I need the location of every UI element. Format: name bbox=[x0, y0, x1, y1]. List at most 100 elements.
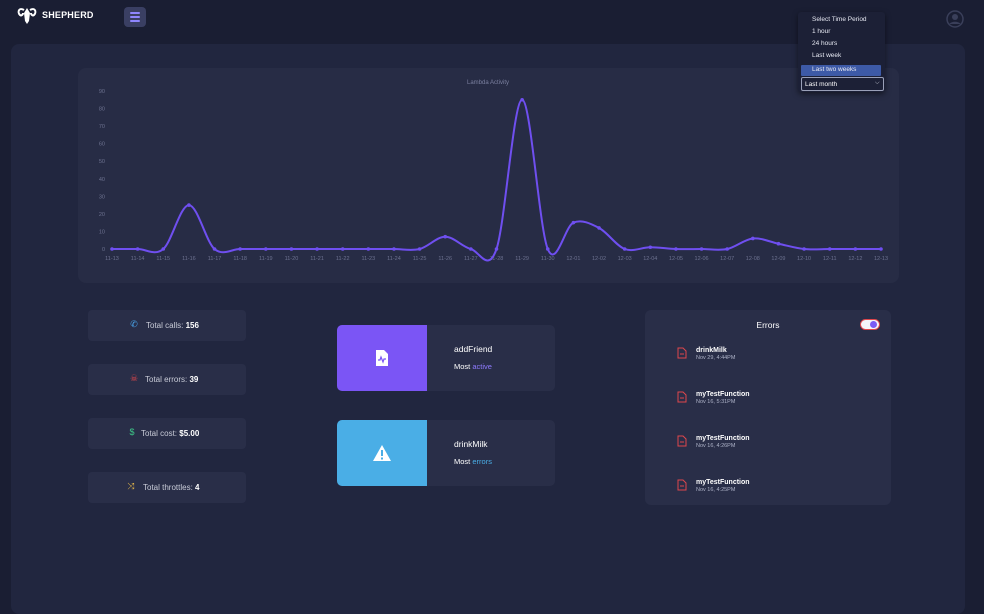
most-errors-card[interactable]: drinkMilk Most errors bbox=[337, 420, 555, 486]
y-tick-label: 70 bbox=[99, 124, 105, 130]
data-point[interactable] bbox=[751, 236, 755, 241]
most-active-function-name: addFriend bbox=[454, 344, 493, 354]
time-period-select[interactable]: Last month ⌵ bbox=[801, 77, 884, 91]
error-timestamp: Nov 29, 4:44PM bbox=[696, 355, 736, 361]
x-tick-label: 12-04 bbox=[643, 256, 657, 262]
user-avatar-icon[interactable] bbox=[946, 10, 964, 28]
total-errors-label: Total errors: bbox=[145, 375, 188, 384]
activity-file-icon bbox=[376, 350, 388, 366]
x-tick-label: 12-01 bbox=[566, 256, 580, 262]
data-point[interactable] bbox=[289, 247, 294, 251]
chart-title: Lambda Activity bbox=[467, 80, 509, 86]
error-function-name: myTestFunction bbox=[696, 479, 750, 486]
x-tick-label: 12-13 bbox=[874, 256, 888, 262]
data-point[interactable] bbox=[443, 234, 448, 239]
data-point[interactable] bbox=[392, 247, 396, 251]
x-tick-label: 11-26 bbox=[438, 256, 452, 262]
error-function-name: myTestFunction bbox=[696, 391, 750, 398]
data-point[interactable] bbox=[827, 247, 832, 251]
x-tick-label: 12-12 bbox=[848, 256, 862, 262]
data-point[interactable] bbox=[264, 247, 268, 251]
toggle-switch-icon[interactable] bbox=[860, 319, 880, 330]
x-tick-label: 11-30 bbox=[541, 256, 555, 262]
error-item[interactable]: myTestFunction Nov 16, 5:31PM bbox=[677, 391, 877, 415]
y-tick-label: 50 bbox=[99, 159, 105, 165]
x-tick-label: 11-21 bbox=[310, 256, 324, 262]
option-last-two-weeks[interactable]: Last two weeks bbox=[812, 66, 856, 73]
data-point[interactable] bbox=[494, 247, 499, 251]
error-timestamp: Nov 16, 4:25PM bbox=[696, 487, 736, 493]
errors-title: Errors bbox=[756, 320, 780, 330]
x-tick-label: 12-09 bbox=[771, 256, 785, 262]
data-point[interactable] bbox=[699, 247, 704, 251]
x-tick-label: 11-25 bbox=[413, 256, 427, 262]
error-item[interactable]: drinkMilk Nov 29, 4:44PM bbox=[677, 347, 877, 371]
error-function-name: myTestFunction bbox=[696, 435, 750, 442]
dropdown-heading: Select Time Period bbox=[812, 16, 867, 23]
phone-icon: ✆ bbox=[130, 319, 138, 329]
time-period-dropdown[interactable]: Select Time Period 1 hour 24 hours Last … bbox=[798, 12, 885, 92]
data-point[interactable] bbox=[520, 97, 524, 102]
data-point[interactable] bbox=[674, 247, 678, 251]
x-tick-label: 11-29 bbox=[515, 256, 529, 262]
data-point[interactable] bbox=[469, 247, 473, 251]
data-point[interactable] bbox=[622, 247, 627, 251]
x-tick-label: 11-15 bbox=[156, 256, 170, 262]
x-tick-label: 11-27 bbox=[464, 256, 478, 262]
x-tick-label: 12-10 bbox=[797, 256, 811, 262]
x-tick-label: 12-06 bbox=[695, 256, 709, 262]
errors-panel: Errors drinkMilk Nov 29, 4:44PM myTestFu… bbox=[645, 310, 891, 505]
data-point[interactable] bbox=[417, 247, 422, 251]
data-point[interactable] bbox=[597, 226, 601, 230]
most-active-card[interactable]: addFriend Most active bbox=[337, 325, 555, 391]
option-last-week[interactable]: Last week bbox=[812, 52, 841, 59]
shuffle-icon: ⤨ bbox=[127, 481, 135, 491]
data-point[interactable] bbox=[187, 203, 191, 207]
error-timestamp: Nov 16, 4:26PM bbox=[696, 443, 736, 449]
x-tick-label: 11-22 bbox=[336, 256, 350, 262]
error-item[interactable]: myTestFunction Nov 16, 4:25PM bbox=[677, 479, 877, 503]
error-item[interactable]: myTestFunction Nov 16, 4:26PM bbox=[677, 435, 877, 459]
most-errors-keyword: errors bbox=[472, 457, 492, 466]
data-point[interactable] bbox=[238, 247, 242, 251]
total-throttles-value: 4 bbox=[195, 483, 200, 492]
y-tick-label: 20 bbox=[99, 212, 105, 218]
x-tick-label: 11-14 bbox=[131, 256, 145, 262]
x-tick-label: 11-19 bbox=[259, 256, 273, 262]
data-point[interactable] bbox=[853, 247, 858, 251]
x-tick-label: 11-17 bbox=[208, 256, 222, 262]
data-point[interactable] bbox=[110, 247, 114, 251]
data-point[interactable] bbox=[802, 247, 806, 251]
option-1-hour[interactable]: 1 hour bbox=[812, 28, 830, 35]
total-throttles-label: Total throttles: bbox=[143, 483, 193, 492]
data-point[interactable] bbox=[135, 247, 140, 251]
data-point[interactable] bbox=[340, 247, 345, 251]
data-point[interactable] bbox=[545, 247, 550, 251]
y-tick-label: 80 bbox=[99, 107, 105, 113]
option-24-hours[interactable]: 24 hours bbox=[812, 40, 837, 47]
data-point[interactable] bbox=[212, 247, 217, 251]
data-point[interactable] bbox=[776, 241, 781, 246]
data-point[interactable] bbox=[161, 247, 166, 251]
x-tick-label: 12-07 bbox=[720, 256, 734, 262]
y-tick-label: 0 bbox=[102, 247, 105, 253]
data-point[interactable] bbox=[648, 245, 653, 250]
data-point[interactable] bbox=[879, 247, 883, 251]
total-calls-value: 156 bbox=[185, 321, 199, 330]
data-point[interactable] bbox=[366, 247, 371, 251]
file-error-icon bbox=[677, 391, 687, 403]
menu-button[interactable] bbox=[124, 7, 146, 27]
chart-series-line bbox=[111, 98, 881, 262]
file-error-icon bbox=[677, 435, 687, 447]
file-error-icon bbox=[677, 479, 687, 491]
data-point[interactable] bbox=[315, 247, 319, 251]
error-function-name: drinkMilk bbox=[696, 347, 727, 354]
total-cost-card: $ Total cost: $5.00 bbox=[88, 418, 246, 449]
bug-icon: ☠ bbox=[129, 373, 139, 383]
data-point[interactable] bbox=[725, 247, 729, 251]
ram-logo-icon[interactable] bbox=[16, 4, 38, 26]
total-errors-value: 39 bbox=[189, 375, 199, 384]
x-tick-label: 11-24 bbox=[387, 256, 401, 262]
data-point[interactable] bbox=[571, 220, 576, 225]
total-calls-card: ✆ Total calls: 156 bbox=[88, 310, 246, 341]
